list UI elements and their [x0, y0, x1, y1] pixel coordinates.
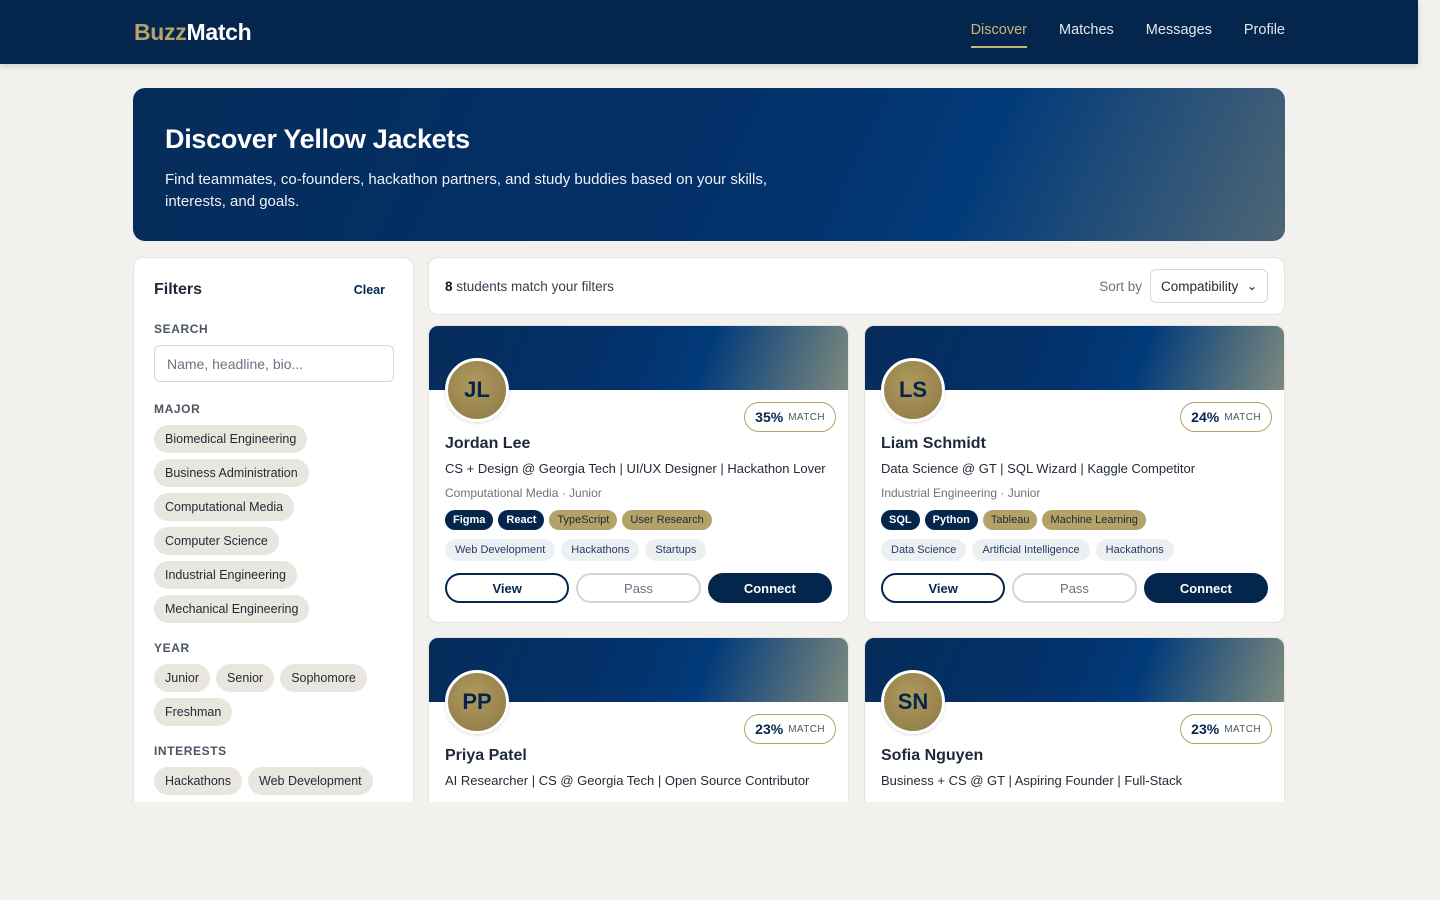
interest-tags: Web Development Hackathons Startups: [445, 539, 832, 561]
match-label: MATCH: [1224, 411, 1261, 423]
interest-tag: Web Development: [445, 539, 556, 561]
brand-part-2: Match: [186, 19, 252, 45]
results-count-text: 8 students match your filters: [445, 279, 614, 294]
major-chip[interactable]: Business Administration: [154, 459, 309, 487]
student-card: JL 35% MATCH Jordan Lee CS + Design @ Ge…: [428, 325, 849, 623]
major-chips: Biomedical Engineering Business Administ…: [154, 425, 393, 623]
nav-link-matches[interactable]: Matches: [1059, 22, 1114, 48]
student-card: SN 23% MATCH Sofia Nguyen Business + CS …: [864, 637, 1285, 802]
student-name[interactable]: Liam Schmidt: [881, 435, 1268, 453]
filters-title: Filters: [154, 281, 203, 298]
interest-tag: Artificial Intelligence: [972, 539, 1090, 561]
clear-filters-button[interactable]: Clear: [354, 283, 385, 297]
sort-label: Sort by: [1099, 278, 1142, 294]
interest-tag: Hackathons: [561, 539, 640, 561]
results-count: 8: [445, 278, 453, 294]
year-chip[interactable]: Junior: [154, 664, 211, 692]
avatar: SN: [881, 670, 945, 734]
sort-value: Compatibility: [1161, 278, 1239, 294]
connect-button[interactable]: Connect: [707, 573, 832, 603]
search-section-label: SEARCH: [154, 322, 209, 336]
match-percent: 23%: [1191, 721, 1220, 737]
avatar: LS: [881, 358, 945, 422]
student-headline: CS + Design @ Georgia Tech | UI/UX Desig…: [445, 461, 826, 476]
filters-sidebar: Filters Clear SEARCH MAJOR Biomedical En…: [133, 257, 414, 802]
pass-button[interactable]: Pass: [576, 573, 701, 603]
interest-chip[interactable]: Hackathons: [154, 767, 243, 795]
match-badge: 35% MATCH: [744, 402, 836, 432]
interest-chips: Hackathons Web Development: [154, 767, 393, 795]
skill-tag: React: [498, 510, 545, 530]
nav-link-profile[interactable]: Profile: [1244, 22, 1285, 48]
search-input[interactable]: [154, 345, 394, 382]
year-chip[interactable]: Sophomore: [280, 664, 367, 692]
skill-tag: Figma: [445, 510, 494, 530]
sort-select[interactable]: Compatibility ⌄: [1150, 269, 1268, 303]
brand-part-1: Buzz: [134, 19, 187, 45]
avatar: PP: [445, 670, 509, 734]
match-label: MATCH: [788, 723, 825, 735]
chevron-down-icon: ⌄: [1246, 279, 1257, 293]
student-card: PP 23% MATCH Priya Patel AI Researcher |…: [428, 637, 849, 802]
match-percent: 23%: [755, 721, 784, 737]
connect-button[interactable]: Connect: [1143, 573, 1268, 603]
interest-chip[interactable]: Web Development: [248, 767, 373, 795]
match-badge: 23% MATCH: [744, 714, 836, 744]
hero-subtitle: Find teammates, co-founders, hackathon p…: [165, 171, 767, 210]
student-name[interactable]: Priya Patel: [445, 747, 832, 765]
interest-tags: Data Science Artificial Intelligence Hac…: [881, 539, 1268, 561]
skill-tags: SQL Python Tableau Machine Learning: [881, 510, 1268, 530]
hero-title: Discover Yellow Jackets: [165, 124, 470, 154]
major-chip[interactable]: Mechanical Engineering: [154, 595, 310, 623]
student-headline: AI Researcher | CS @ Georgia Tech | Open…: [445, 773, 810, 788]
results-count-label: students match your filters: [452, 278, 614, 294]
brand-logo[interactable]: BuzzMatch: [134, 19, 252, 46]
view-button[interactable]: View: [445, 573, 570, 603]
major-chip[interactable]: Computational Media: [154, 493, 295, 521]
match-badge: 24% MATCH: [1180, 402, 1272, 432]
student-meta: Computational Media · Junior: [445, 486, 602, 500]
skill-tag: Tableau: [982, 510, 1038, 530]
hero-banner: Discover Yellow Jackets Find teammates, …: [133, 88, 1285, 241]
student-card: LS 24% MATCH Liam Schmidt Data Science @…: [864, 325, 1285, 623]
year-section-label: YEAR: [154, 641, 190, 655]
major-chip[interactable]: Industrial Engineering: [154, 561, 297, 589]
match-label: MATCH: [788, 411, 825, 423]
skill-tags: Figma React TypeScript User Research: [445, 510, 832, 530]
match-badge: 23% MATCH: [1180, 714, 1272, 744]
nav-links: Discover Matches Messages Profile: [970, 22, 1285, 48]
results-header: 8 students match your filters Sort by Co…: [428, 257, 1285, 315]
pass-button[interactable]: Pass: [1012, 573, 1137, 603]
year-chips: Junior Senior Sophomore Freshman: [154, 664, 384, 726]
view-button[interactable]: View: [881, 573, 1006, 603]
nav-link-discover[interactable]: Discover: [970, 22, 1028, 48]
match-percent: 35%: [755, 409, 784, 425]
year-chip[interactable]: Freshman: [154, 698, 233, 726]
major-chip[interactable]: Biomedical Engineering: [154, 425, 308, 453]
skill-tag: SQL: [881, 510, 920, 530]
nav-link-messages[interactable]: Messages: [1146, 22, 1212, 48]
student-name[interactable]: Sofia Nguyen: [881, 747, 1268, 765]
student-meta: Industrial Engineering · Junior: [881, 486, 1041, 500]
major-chip[interactable]: Computer Science: [154, 527, 279, 555]
student-headline: Data Science @ GT | SQL Wizard | Kaggle …: [881, 461, 1196, 476]
interest-tag: Data Science: [881, 539, 967, 561]
avatar: JL: [445, 358, 509, 422]
interest-tag: Hackathons: [1095, 539, 1174, 561]
top-navbar: BuzzMatch Discover Matches Messages Prof…: [0, 0, 1418, 64]
skill-tag: TypeScript: [549, 510, 618, 530]
student-headline: Business + CS @ GT | Aspiring Founder | …: [881, 773, 1183, 788]
skill-tag: User Research: [622, 510, 712, 530]
match-percent: 24%: [1191, 409, 1220, 425]
year-chip[interactable]: Senior: [216, 664, 275, 692]
student-name[interactable]: Jordan Lee: [445, 435, 832, 453]
match-label: MATCH: [1224, 723, 1261, 735]
skill-tag: Machine Learning: [1042, 510, 1146, 530]
interest-tag: Startups: [645, 539, 707, 561]
skill-tag: Python: [924, 510, 978, 530]
major-section-label: MAJOR: [154, 402, 201, 416]
interests-section-label: INTERESTS: [154, 744, 227, 758]
